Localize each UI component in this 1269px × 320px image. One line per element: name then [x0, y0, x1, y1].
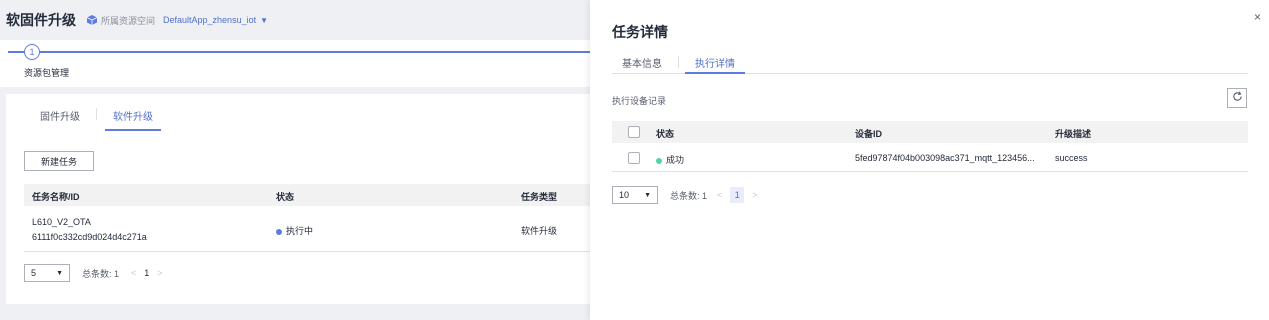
device-status: 成功	[656, 153, 684, 166]
main-card: 固件升级 软件升级 新建任务 任务名称/ID 状态 任务类型 L610_V2_O…	[6, 94, 590, 304]
task-id: 6111f0c332cd9d024d4c271a	[32, 232, 147, 242]
drawer-tabs: 基本信息 执行详情	[612, 52, 1248, 74]
total-count: 总条数: 1	[670, 190, 708, 201]
page-number[interactable]: 1	[144, 268, 149, 278]
section-label: 执行设备记录	[612, 96, 667, 106]
chevron-down-icon[interactable]: ▼	[260, 16, 268, 25]
task-status-text: 执行中	[286, 226, 314, 236]
table-row[interactable]: L610_V2_OTA 6111f0c332cd9d024d4c271a 执行中…	[24, 208, 590, 252]
column-header-type: 任务类型	[521, 192, 558, 202]
column-header-device-id: 设备ID	[855, 129, 883, 139]
tab-divider	[96, 108, 97, 120]
step-progress-line	[8, 51, 590, 53]
tab-execution-details[interactable]: 执行详情	[685, 52, 745, 74]
device-id: 5fed97874f04b003098ac371_mqtt_123456...	[855, 153, 1035, 163]
resource-space-label: 所属资源空间	[101, 15, 156, 26]
select-all-checkbox[interactable]	[628, 126, 640, 138]
column-header-name: 任务名称/ID	[32, 192, 80, 202]
step-label: 资源包管理	[24, 68, 70, 78]
upgrade-description: success	[1055, 153, 1088, 163]
chevron-down-icon: ▼	[56, 269, 63, 277]
page-size-select[interactable]: 10 ▼	[612, 186, 658, 204]
table-row[interactable]: 成功 5fed97874f04b003098ac371_mqtt_123456.…	[612, 146, 1248, 172]
main-pager: 5 ▼ 总条数: 1 < 1 >	[24, 264, 163, 282]
total-count: 总条数: 1	[82, 268, 120, 279]
steps-bar: 1 资源包管理	[0, 40, 590, 87]
chevron-down-icon: ▼	[644, 191, 651, 199]
status-dot-icon	[656, 157, 662, 164]
tab-firmware-upgrade[interactable]: 固件升级	[32, 108, 88, 131]
drawer-pager: 10 ▼ 总条数: 1 < 1 >	[612, 186, 758, 204]
device-table-header: 状态 设备ID 升级描述	[612, 121, 1248, 143]
step-number: 1	[24, 44, 40, 60]
tab-divider	[678, 56, 679, 68]
page-size-select[interactable]: 5 ▼	[24, 264, 70, 282]
page-header: 软固件升级 所属资源空间 DefaultApp_zhensu_iot ▼	[0, 0, 590, 40]
page-title: 软固件升级	[6, 12, 76, 28]
refresh-button[interactable]	[1227, 88, 1247, 108]
next-page-icon[interactable]: >	[157, 268, 162, 278]
next-page-icon[interactable]: >	[752, 190, 757, 200]
column-header-status: 状态	[656, 129, 675, 139]
prev-page-icon[interactable]: <	[717, 190, 722, 200]
tab-basic-info[interactable]: 基本信息	[612, 52, 672, 74]
page-number[interactable]: 1	[730, 187, 745, 203]
tab-software-upgrade[interactable]: 软件升级	[105, 108, 161, 131]
cube-icon	[86, 14, 98, 26]
page-size-value: 10	[619, 190, 630, 200]
background-page: 软固件升级 所属资源空间 DefaultApp_zhensu_iot ▼ 1 资…	[0, 0, 590, 320]
task-name[interactable]: L610_V2_OTA	[32, 217, 91, 227]
upgrade-tabs: 固件升级 软件升级	[32, 108, 161, 131]
page-size-value: 5	[31, 268, 37, 278]
new-task-button[interactable]: 新建任务	[24, 151, 94, 171]
device-status-text: 成功	[666, 155, 685, 165]
task-status: 执行中	[276, 224, 313, 237]
resource-space-select[interactable]: DefaultApp_zhensu_iot	[163, 15, 256, 25]
prev-page-icon[interactable]: <	[131, 268, 136, 278]
row-checkbox[interactable]	[628, 152, 640, 164]
close-icon[interactable]: ×	[1254, 10, 1261, 24]
column-header-description: 升级描述	[1055, 129, 1092, 139]
task-table-header: 任务名称/ID 状态 任务类型	[24, 184, 590, 206]
status-dot-icon	[276, 228, 282, 235]
task-details-drawer: × 任务详情 基本信息 执行详情 执行设备记录 状态 设备ID 升级描述 成功 …	[590, 0, 1269, 320]
column-header-status: 状态	[276, 192, 295, 202]
task-type: 软件升级	[521, 226, 558, 236]
refresh-icon	[1232, 91, 1243, 105]
drawer-title: 任务详情	[612, 24, 668, 40]
